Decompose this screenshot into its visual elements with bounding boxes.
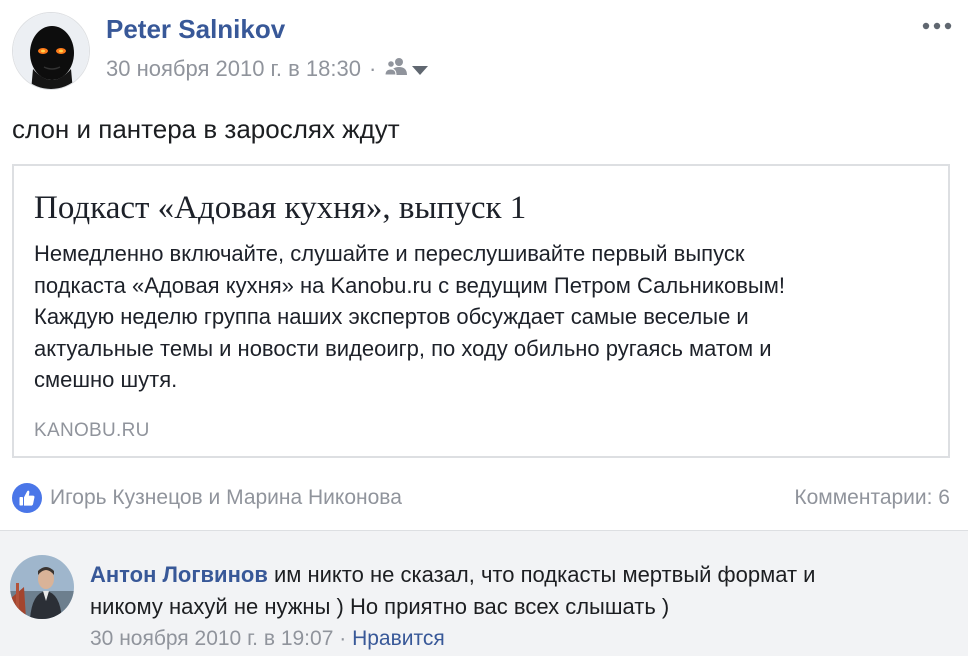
reactions-summary[interactable]: Игорь Кузнецов и Марина Никонова	[12, 483, 402, 513]
author-name[interactable]: Peter Salnikov	[106, 14, 285, 45]
comment-author-name[interactable]: Антон Логвинов	[90, 562, 268, 587]
facebook-post: Peter Salnikov 30 ноября 2010 г. в 18:30…	[0, 0, 968, 656]
meta-separator: ·	[368, 56, 377, 81]
chevron-down-icon	[412, 56, 429, 82]
comment-line: Антон Логвинов им никто не сказал, что п…	[90, 559, 950, 591]
reaction-names: Игорь Кузнецов и Марина Никонова	[50, 486, 402, 509]
comment-body: Антон Логвинов им никто не сказал, что п…	[90, 559, 950, 623]
comment-meta-separator: ·	[339, 627, 347, 650]
post-text: слон и пантера в зарослях ждут	[12, 114, 400, 144]
friends-icon	[384, 56, 408, 82]
link-description-line: подкаста «Адовая кухня» на Kanobu.ru с в…	[34, 272, 785, 298]
link-description: Немедленно включайте, слушайте и переслу…	[34, 238, 914, 396]
link-description-line: актуальные темы и новости видеоигр, по х…	[34, 335, 772, 361]
link-description-line: Немедленно включайте, слушайте и переслу…	[34, 241, 745, 266]
more-icon	[922, 17, 952, 35]
post-options-button[interactable]	[920, 14, 954, 38]
link-title: Подкаст «Адовая кухня», выпуск 1	[34, 190, 527, 226]
link-domain: KANOBU.RU	[34, 420, 150, 441]
comment-meta: 30 ноября 2010 г. в 19:07 · Нравится	[90, 627, 445, 651]
post-meta: 30 ноября 2010 г. в 18:30 ·	[106, 56, 429, 82]
link-preview-card[interactable]: Подкаст «Адовая кухня», выпуск 1 Немедле…	[12, 164, 950, 458]
comment-timestamp[interactable]: 30 ноября 2010 г. в 19:07	[90, 627, 333, 650]
comment-text: им никто не сказал, что подкасты мертвый…	[273, 562, 816, 587]
author-avatar[interactable]	[12, 12, 90, 90]
link-description-line: смешно шутя.	[34, 367, 178, 392]
comments-section: Антон Логвинов им никто не сказал, что п…	[0, 530, 968, 656]
privacy-selector[interactable]	[384, 56, 429, 82]
like-icon	[12, 483, 42, 513]
comment-author-avatar[interactable]	[10, 555, 74, 619]
post-timestamp[interactable]: 30 ноября 2010 г. в 18:30	[106, 56, 361, 82]
comment-line: никому нахуй не нужны ) Но приятно вас в…	[90, 594, 670, 619]
comment-like-button[interactable]: Нравится	[352, 627, 445, 650]
comments-count-link[interactable]: Комментарии: 6	[794, 486, 950, 510]
link-description-line: Каждую неделю группа наших экспертов обс…	[34, 304, 749, 329]
